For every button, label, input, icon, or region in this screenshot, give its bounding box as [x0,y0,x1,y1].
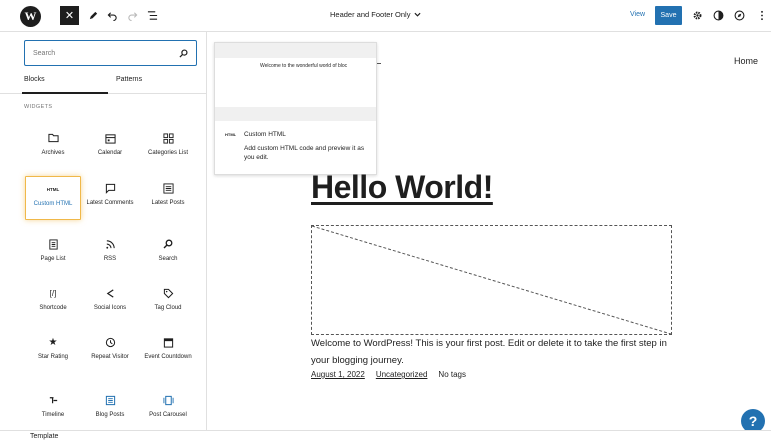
block-calendar[interactable]: Calendar [82,126,138,172]
plugin-compass-icon[interactable] [732,8,746,22]
wordpress-logo-icon[interactable]: W [20,6,41,27]
block-page-list[interactable]: Page List [25,232,81,278]
more-options-icon[interactable] [755,8,769,22]
post-category-link[interactable]: Uncategorized [376,370,428,379]
block-label: Categories List [147,150,189,156]
list-icon [162,182,174,194]
block-latest-posts[interactable]: Latest Posts [140,176,196,222]
preview-title: Custom HTML [244,131,286,138]
html-icon: HTML [225,132,237,137]
search-icon [163,238,173,250]
pages-icon [48,238,59,250]
post-meta: August 1, 2022 Uncategorized No tags [311,370,466,379]
placeholder-diagonal [311,225,672,335]
block-repeat-visitor[interactable]: Repeat Visitor [82,330,138,376]
block-label: Shortcode [39,305,67,311]
active-tab-indicator [22,92,108,94]
block-star-rating[interactable]: ★ Star Rating [25,330,81,376]
close-inserter-button[interactable]: ✕ [60,6,79,25]
post-date-link[interactable]: August 1, 2022 [311,370,365,379]
view-button[interactable]: View [630,11,645,18]
post-title-heading[interactable]: Hello World! [311,169,493,206]
image-placeholder[interactable] [311,225,672,335]
html-icon: HTML [47,183,60,195]
post-content-paragraph[interactable]: Welcome to WordPress! This is your first… [311,336,681,369]
block-custom-html[interactable]: HTML Custom HTML [25,176,81,220]
block-categories-list[interactable]: Categories List [140,126,196,172]
posts-icon [105,394,116,406]
block-shortcode[interactable]: [/] Shortcode [25,281,81,327]
redo-icon[interactable] [125,8,139,22]
event-icon [163,336,174,348]
save-button[interactable]: Save [655,6,682,25]
template-title-dropdown[interactable]: Header and Footer Only [330,10,421,19]
grid-icon [162,132,174,144]
tab-blocks[interactable]: Blocks [24,76,45,83]
block-timeline[interactable]: Timeline [25,388,81,434]
html-icon-text: HTML [46,186,60,192]
comment-icon [105,182,116,194]
calendar-icon [104,132,116,144]
block-search[interactable]: Search [140,232,196,278]
pencil-tool-icon[interactable] [86,8,100,22]
block-latest-comments[interactable]: Latest Comments [82,176,138,222]
block-label: Event Countdown [144,354,192,360]
post-tags: No tags [438,370,466,379]
block-label: Search [158,256,178,262]
block-archives[interactable]: Archives [25,126,81,172]
top-toolbar: W ✕ Header and Footer Only View Save [0,0,771,32]
preview-gray-band [215,43,376,58]
star-icon: ★ [48,336,58,348]
block-blog-posts[interactable]: Blog Posts [82,388,138,434]
chevron-down-icon [414,12,421,17]
block-label: Archives [41,150,65,156]
block-label: Latest Posts [151,200,185,206]
carousel-icon [162,394,174,406]
template-title: Header and Footer Only [330,10,411,19]
history-icon [105,336,116,348]
block-search-input[interactable]: Search [24,40,197,66]
tab-patterns[interactable]: Patterns [116,76,142,83]
tag-icon [163,287,174,299]
nav-home-link[interactable]: Home [734,56,758,66]
block-rss[interactable]: RSS [82,232,138,278]
share-icon [105,287,116,299]
undo-icon[interactable] [105,8,119,22]
block-label: Blog Posts [95,412,125,418]
block-label: Timeline [41,412,65,418]
list-view-icon[interactable] [145,8,159,22]
inserter-tabs: Blocks Patterns [0,74,207,94]
block-label: Repeat Visitor [91,354,129,360]
block-label: Custom HTML [33,201,73,207]
widgets-section-title: WIDGETS [24,104,53,110]
block-label: Star Rating [37,354,68,360]
block-social-icons[interactable]: Social Icons [82,281,138,327]
preview-welcome-snippet: Welcome to the wonderful world of bloc [260,63,348,69]
folder-icon [47,132,59,144]
block-label: Social Icons [93,305,127,311]
styles-icon[interactable] [711,8,725,22]
block-event-countdown[interactable]: Event Countdown [140,330,196,376]
search-icon [179,48,188,58]
block-label: Tag Cloud [154,305,182,311]
block-label: RSS [103,256,117,262]
block-label: Latest Comments [86,200,134,206]
shortcode-icon: [/] [49,288,57,298]
preview-gray-band [215,107,376,121]
settings-gear-icon[interactable] [690,8,704,22]
block-label: Calendar [97,150,123,156]
block-preview-popover: Welcome to the wonderful world of bloc H… [214,42,377,175]
search-placeholder: Search [33,49,56,57]
block-tag-cloud[interactable]: Tag Cloud [140,281,196,327]
timeline-icon [48,394,59,406]
rss-icon [105,238,116,250]
divider [377,63,381,64]
block-post-carousel[interactable]: Post Carousel [140,388,196,434]
block-label: Post Carousel [149,412,187,418]
preview-description: Add custom HTML code and preview it as y… [244,145,365,162]
breadcrumb-template[interactable]: Template [30,433,58,440]
block-label: Page List [40,256,66,262]
footer-breadcrumb-bar: Template [0,430,771,444]
block-inserter-panel: Search Blocks Patterns WIDGETS Archives … [0,32,207,430]
